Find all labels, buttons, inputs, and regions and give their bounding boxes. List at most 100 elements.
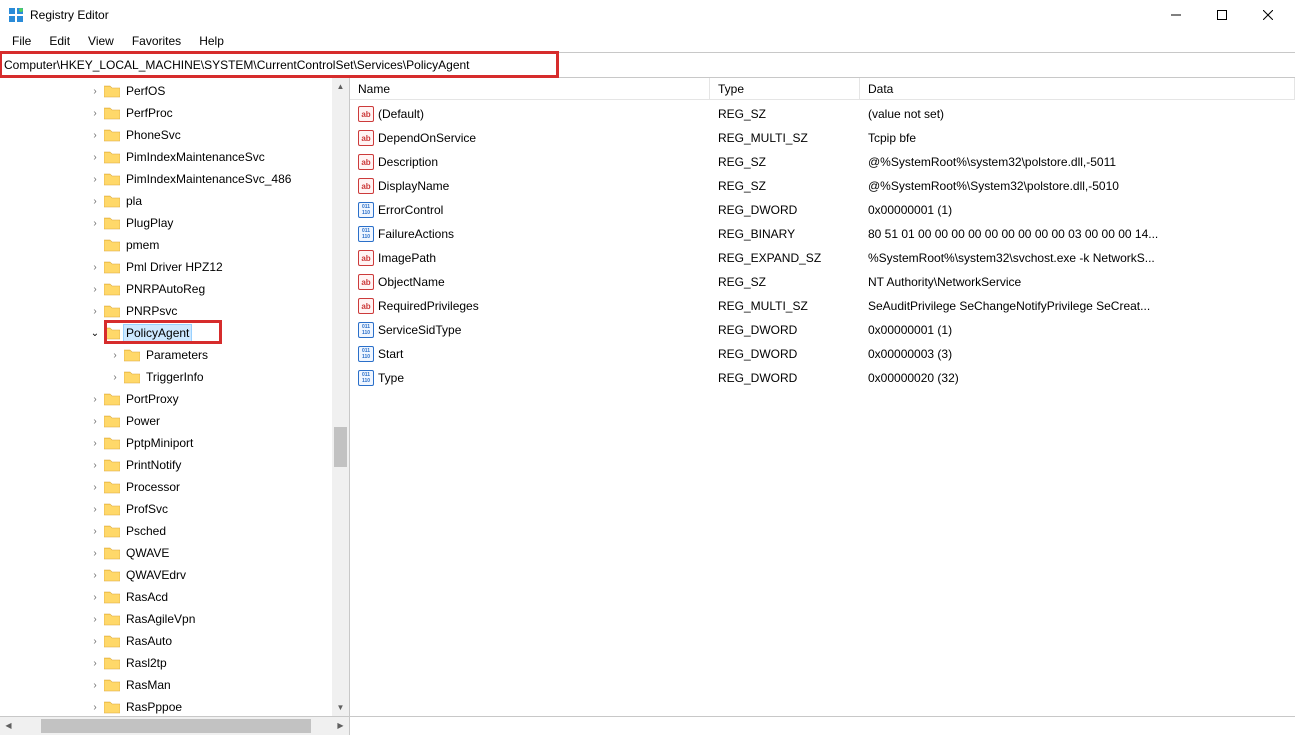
value-type: REG_SZ (710, 275, 860, 289)
tree-node[interactable]: ›PhoneSvc (0, 124, 332, 146)
tree-node[interactable]: ›PimIndexMaintenanceSvc (0, 146, 332, 168)
tree-node[interactable]: ›Power (0, 410, 332, 432)
tree-node[interactable]: ›PerfProc (0, 102, 332, 124)
tree-node[interactable]: ›RasMan (0, 674, 332, 696)
chevron-right-icon[interactable]: › (88, 504, 102, 515)
menu-favorites[interactable]: Favorites (124, 32, 189, 50)
value-name: Description (378, 155, 438, 169)
value-row[interactable]: 011 110TypeREG_DWORD0x00000020 (32) (350, 366, 1295, 390)
chevron-right-icon[interactable]: › (108, 350, 122, 361)
close-button[interactable] (1245, 0, 1291, 30)
chevron-right-icon[interactable]: › (88, 438, 102, 449)
value-row[interactable]: abRequiredPrivilegesREG_MULTI_SZSeAuditP… (350, 294, 1295, 318)
hscroll-thumb[interactable] (41, 719, 311, 733)
value-row[interactable]: abDisplayNameREG_SZ@%SystemRoot%\System3… (350, 174, 1295, 198)
tree-node-label: pla (124, 193, 144, 209)
tree-vscrollbar[interactable]: ▲ ▼ (332, 78, 349, 716)
chevron-right-icon[interactable]: › (88, 284, 102, 295)
chevron-right-icon[interactable]: › (88, 130, 102, 141)
tree-node-label: PimIndexMaintenanceSvc_486 (124, 171, 293, 187)
value-name: ErrorControl (378, 203, 443, 217)
tree-node[interactable]: ›TriggerInfo (0, 366, 332, 388)
tree-node[interactable]: ›RasAuto (0, 630, 332, 652)
chevron-right-icon[interactable]: › (88, 108, 102, 119)
tree-hscrollbar[interactable]: ◀ ▶ (0, 717, 350, 735)
folder-icon (104, 106, 120, 120)
tree-node[interactable]: ›PptpMiniport (0, 432, 332, 454)
tree-node[interactable]: ›Rasl2tp (0, 652, 332, 674)
values-list[interactable]: ab(Default)REG_SZ(value not set)abDepend… (350, 100, 1295, 390)
chevron-right-icon[interactable]: › (88, 262, 102, 273)
tree-body[interactable]: ›PerfOS›PerfProc›PhoneSvc›PimIndexMainte… (0, 78, 332, 716)
tree-node[interactable]: pmem (0, 234, 332, 256)
chevron-right-icon[interactable]: › (88, 614, 102, 625)
chevron-right-icon[interactable]: › (88, 174, 102, 185)
chevron-right-icon[interactable]: › (88, 416, 102, 427)
chevron-right-icon[interactable]: › (88, 680, 102, 691)
scroll-down-button[interactable]: ▼ (332, 699, 349, 716)
tree-node[interactable]: ›PNRPAutoReg (0, 278, 332, 300)
scroll-left-button[interactable]: ◀ (0, 717, 17, 734)
tree-node[interactable]: ›ProfSvc (0, 498, 332, 520)
value-row[interactable]: 011 110StartREG_DWORD0x00000003 (3) (350, 342, 1295, 366)
value-row[interactable]: 011 110ServiceSidTypeREG_DWORD0x00000001… (350, 318, 1295, 342)
tree-node[interactable]: ⌄PolicyAgent (0, 322, 332, 344)
chevron-right-icon[interactable]: › (88, 196, 102, 207)
value-row[interactable]: abObjectNameREG_SZNT Authority\NetworkSe… (350, 270, 1295, 294)
tree-node[interactable]: ›RasPppoe (0, 696, 332, 716)
menu-help[interactable]: Help (191, 32, 232, 50)
tree-node[interactable]: ›Pml Driver HPZ12 (0, 256, 332, 278)
value-row[interactable]: 011 110ErrorControlREG_DWORD0x00000001 (… (350, 198, 1295, 222)
tree-node-label: QWAVEdrv (124, 567, 188, 583)
scroll-right-button[interactable]: ▶ (332, 717, 349, 734)
chevron-right-icon[interactable]: › (108, 372, 122, 383)
chevron-right-icon[interactable]: › (88, 526, 102, 537)
chevron-right-icon[interactable]: › (88, 306, 102, 317)
maximize-button[interactable] (1199, 0, 1245, 30)
chevron-right-icon[interactable]: › (88, 86, 102, 97)
menu-view[interactable]: View (80, 32, 122, 50)
menu-file[interactable]: File (4, 32, 39, 50)
tree-node[interactable]: ›PlugPlay (0, 212, 332, 234)
tree-node[interactable]: ›Processor (0, 476, 332, 498)
chevron-right-icon[interactable]: › (88, 636, 102, 647)
chevron-down-icon[interactable]: ⌄ (88, 328, 102, 339)
tree-node[interactable]: › QWAVEdrv (0, 564, 332, 586)
tree-node[interactable]: ›QWAVE (0, 542, 332, 564)
chevron-right-icon[interactable]: › (88, 658, 102, 669)
hscroll-track[interactable] (17, 717, 332, 735)
chevron-right-icon[interactable]: › (88, 152, 102, 163)
chevron-right-icon[interactable]: › (88, 592, 102, 603)
col-header-type[interactable]: Type (710, 78, 860, 99)
chevron-right-icon[interactable]: › (88, 702, 102, 713)
tree-node[interactable]: ›RasAgileVpn (0, 608, 332, 630)
value-row[interactable]: abImagePathREG_EXPAND_SZ%SystemRoot%\sys… (350, 246, 1295, 270)
tree-node[interactable]: › pla (0, 190, 332, 212)
minimize-button[interactable] (1153, 0, 1199, 30)
chevron-right-icon[interactable]: › (88, 460, 102, 471)
value-row[interactable]: abDependOnServiceREG_MULTI_SZTcpip bfe (350, 126, 1295, 150)
tree-node[interactable]: ›RasAcd (0, 586, 332, 608)
chevron-right-icon[interactable]: › (88, 482, 102, 493)
tree-node[interactable]: ›PerfOS (0, 80, 332, 102)
address-input[interactable] (0, 53, 1295, 77)
chevron-right-icon[interactable]: › (88, 394, 102, 405)
tree-node[interactable]: ›PortProxy (0, 388, 332, 410)
chevron-right-icon[interactable]: › (88, 570, 102, 581)
chevron-right-icon[interactable]: › (88, 548, 102, 559)
chevron-right-icon[interactable]: › (88, 218, 102, 229)
value-row[interactable]: ab(Default)REG_SZ(value not set) (350, 102, 1295, 126)
tree-node[interactable]: ›PrintNotify (0, 454, 332, 476)
scroll-track[interactable] (332, 95, 349, 699)
tree-node[interactable]: › PimIndexMaintenanceSvc_486 (0, 168, 332, 190)
scroll-thumb[interactable] (334, 427, 347, 467)
col-header-name[interactable]: Name (350, 78, 710, 99)
value-row[interactable]: 011 110FailureActionsREG_BINARY80 51 01 … (350, 222, 1295, 246)
tree-node[interactable]: ›PNRPsvc (0, 300, 332, 322)
value-row[interactable]: abDescriptionREG_SZ@%SystemRoot%\system3… (350, 150, 1295, 174)
tree-node[interactable]: ›Parameters (0, 344, 332, 366)
col-header-data[interactable]: Data (860, 78, 1295, 99)
tree-node[interactable]: ›Psched (0, 520, 332, 542)
menu-edit[interactable]: Edit (41, 32, 78, 50)
scroll-up-button[interactable]: ▲ (332, 78, 349, 95)
